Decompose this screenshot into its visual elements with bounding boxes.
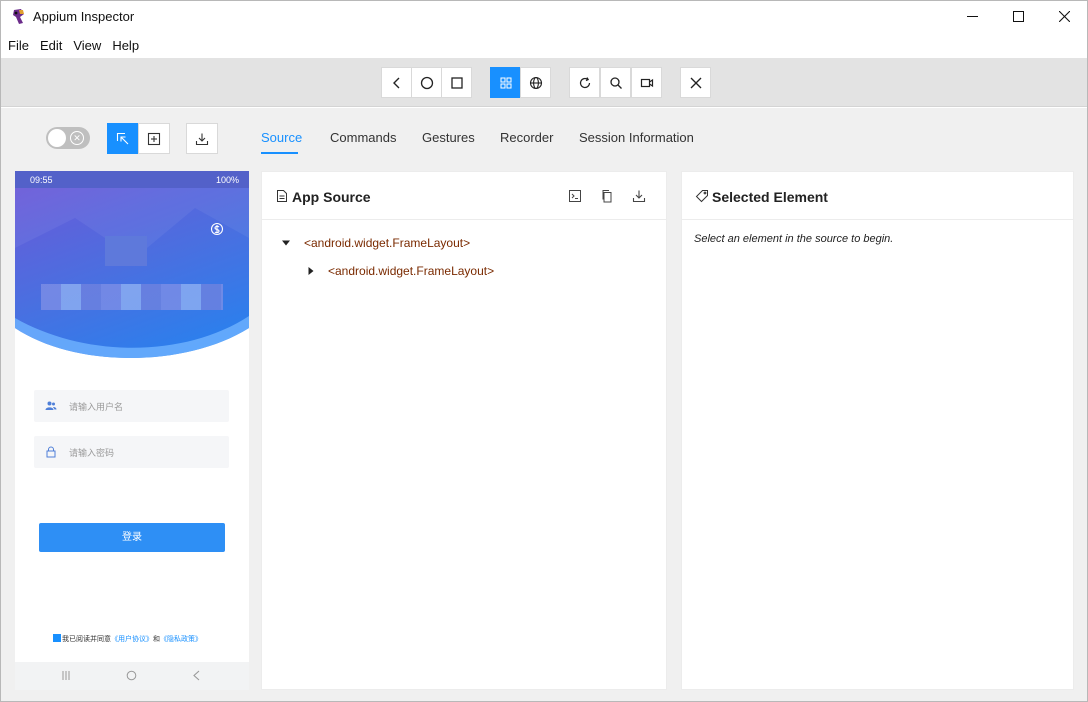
menu-bar: File Edit View Help bbox=[1, 32, 1087, 58]
password-field[interactable]: 请输入密码 bbox=[34, 436, 229, 468]
inspector-main: ✕ Source Commands Gestures Recorder Sess… bbox=[1, 108, 1087, 701]
app-source-title: App Source bbox=[292, 189, 371, 205]
privacy-policy-link[interactable]: 《隐私政策》 bbox=[160, 636, 202, 643]
minimize-button[interactable] bbox=[949, 1, 995, 32]
back-button[interactable] bbox=[381, 67, 412, 98]
chevron-left-icon bbox=[392, 77, 399, 88]
lock-icon bbox=[46, 446, 56, 458]
home-button[interactable] bbox=[411, 67, 442, 98]
close-icon bbox=[690, 77, 701, 88]
caret-down-icon[interactable] bbox=[282, 239, 290, 247]
phone-nav-bar bbox=[15, 662, 249, 690]
globe-icon bbox=[529, 76, 542, 89]
agreement-checkbox[interactable] bbox=[53, 634, 61, 642]
screenshot-toggle[interactable]: ✕ bbox=[46, 127, 90, 149]
login-hero-banner bbox=[15, 188, 249, 370]
appium-logo-icon bbox=[13, 9, 24, 24]
file-text-icon bbox=[277, 190, 287, 202]
agreement-row: 我已阅读并同意《用户协议》和《隐私政策》 bbox=[53, 634, 202, 644]
minimize-icon bbox=[966, 16, 978, 17]
title-bar: Appium Inspector bbox=[1, 1, 1087, 32]
quit-session-button[interactable] bbox=[680, 67, 711, 98]
toggle-knob bbox=[48, 129, 66, 147]
tree-node-root[interactable]: <android.widget.FrameLayout> bbox=[304, 236, 470, 250]
tab-source[interactable]: Source bbox=[261, 130, 302, 145]
menu-edit[interactable]: Edit bbox=[40, 38, 62, 53]
app-source-panel: App Source <android.widget.FrameLayout> … bbox=[261, 171, 667, 690]
active-tab-underline bbox=[261, 152, 298, 154]
download-icon[interactable] bbox=[632, 189, 646, 203]
device-screenshot[interactable]: 09:55 100% 请输入用户名 请输入密码 登录 我已阅读并同意《用户协议》… bbox=[15, 171, 249, 690]
menu-view[interactable]: View bbox=[73, 38, 101, 53]
close-window-button[interactable] bbox=[1041, 1, 1087, 32]
square-icon bbox=[450, 76, 463, 89]
app-window: Appium Inspector File Edit View Help ✕ S… bbox=[0, 0, 1088, 702]
password-placeholder: 请输入密码 bbox=[69, 448, 115, 458]
record-button[interactable] bbox=[631, 67, 662, 98]
selected-element-header: Selected Element bbox=[682, 172, 1073, 220]
currency-icon bbox=[210, 222, 224, 236]
plus-square-icon bbox=[147, 132, 161, 145]
circle-icon bbox=[420, 76, 433, 89]
copy-icon[interactable] bbox=[600, 189, 614, 203]
video-icon bbox=[640, 78, 653, 87]
grid-icon bbox=[500, 77, 511, 88]
tap-coordinates-button[interactable] bbox=[138, 123, 170, 154]
tag-icon bbox=[695, 190, 708, 203]
close-icon bbox=[1058, 11, 1070, 22]
users-icon bbox=[45, 401, 57, 410]
app-source-header: App Source bbox=[262, 172, 666, 220]
tab-session-information[interactable]: Session Information bbox=[579, 130, 694, 145]
caret-right-icon[interactable] bbox=[307, 267, 315, 275]
recents-icon[interactable] bbox=[61, 670, 71, 681]
status-battery: 100% bbox=[215, 175, 239, 185]
download-screenshot-button[interactable] bbox=[186, 123, 218, 154]
terminal-icon[interactable] bbox=[568, 189, 582, 203]
search-button[interactable] bbox=[600, 67, 631, 98]
pixelated-logo bbox=[105, 236, 147, 266]
device-toolbar bbox=[1, 58, 1087, 107]
menu-help[interactable]: Help bbox=[112, 38, 139, 53]
status-time: 09:55 bbox=[30, 175, 53, 185]
search-icon bbox=[609, 76, 622, 89]
agreement-and: 和 bbox=[153, 636, 160, 643]
close-circle-icon: ✕ bbox=[70, 131, 84, 145]
tab-gestures[interactable]: Gestures bbox=[422, 130, 475, 145]
login-button[interactable]: 登录 bbox=[39, 523, 225, 552]
select-elements-button[interactable] bbox=[107, 123, 139, 154]
agreement-text: 我已阅读并同意 bbox=[62, 636, 111, 643]
home-circle-icon[interactable] bbox=[126, 670, 137, 681]
refresh-icon bbox=[579, 76, 590, 88]
window-title: Appium Inspector bbox=[33, 9, 135, 24]
selected-element-panel: Selected Element Select an element in th… bbox=[681, 171, 1074, 690]
pixelated-app-name bbox=[41, 284, 223, 310]
username-placeholder: 请输入用户名 bbox=[69, 402, 124, 412]
username-field[interactable]: 请输入用户名 bbox=[34, 390, 229, 422]
download-icon bbox=[195, 133, 209, 145]
tab-commands[interactable]: Commands bbox=[330, 130, 396, 145]
tree-node-child[interactable]: <android.widget.FrameLayout> bbox=[328, 264, 494, 278]
maximize-button[interactable] bbox=[995, 1, 1041, 32]
maximize-icon bbox=[1012, 11, 1024, 22]
phone-status-bar: 09:55 100% bbox=[15, 171, 249, 188]
selected-element-title: Selected Element bbox=[712, 189, 828, 205]
tab-recorder[interactable]: Recorder bbox=[500, 130, 553, 145]
app-switch-button[interactable] bbox=[441, 67, 472, 98]
select-cursor-icon bbox=[116, 132, 129, 144]
refresh-button[interactable] bbox=[569, 67, 600, 98]
web-context-button[interactable] bbox=[520, 67, 551, 98]
back-chevron-icon[interactable] bbox=[192, 670, 202, 681]
selected-element-hint: Select an element in the source to begin… bbox=[694, 233, 894, 245]
hero-wave-decoration bbox=[15, 188, 249, 370]
menu-file[interactable]: File bbox=[8, 38, 29, 53]
native-context-button[interactable] bbox=[490, 67, 521, 98]
user-agreement-link[interactable]: 《用户协议》 bbox=[111, 636, 153, 643]
